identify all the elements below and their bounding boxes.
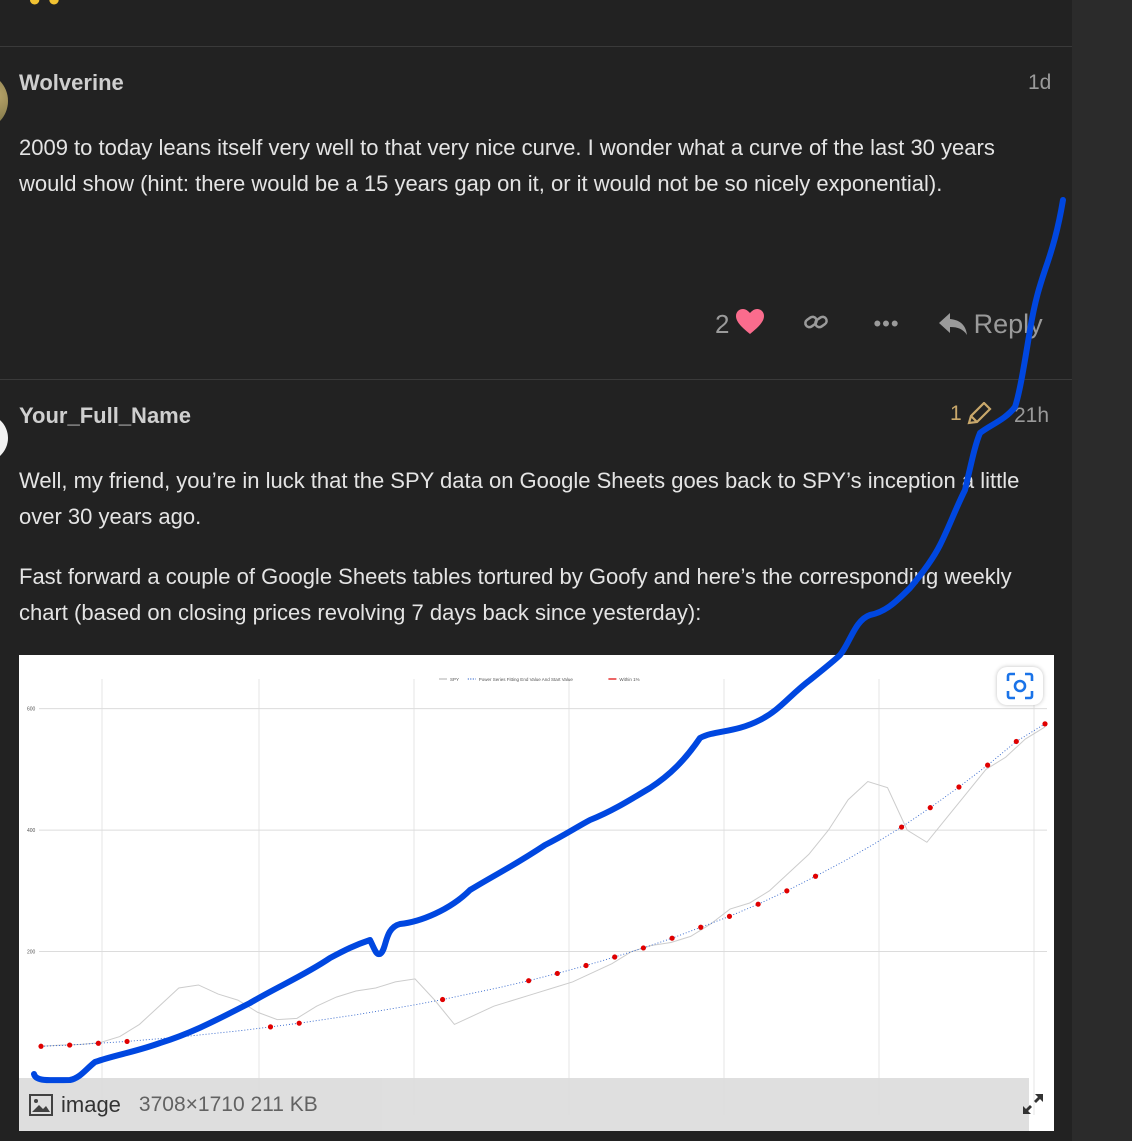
visual-search-icon — [1006, 672, 1034, 700]
reply-icon — [938, 313, 967, 335]
pencil-icon — [967, 402, 992, 425]
visual-search-button[interactable] — [997, 667, 1043, 705]
within-point — [755, 901, 761, 907]
within-point — [38, 1043, 44, 1049]
within-point — [67, 1042, 73, 1048]
post-username[interactable]: Wolverine — [19, 70, 124, 96]
within-point — [640, 945, 647, 951]
like-count: 2 — [715, 308, 730, 339]
within-point — [612, 954, 618, 960]
image-icon — [29, 1093, 53, 1116]
post-username[interactable]: Your_Full_Name — [19, 403, 191, 429]
within-point — [440, 996, 446, 1003]
within-point — [296, 1020, 302, 1026]
y-tick-label: 400 — [27, 828, 36, 834]
within-point — [554, 970, 560, 977]
link-icon[interactable] — [803, 311, 829, 338]
y-tick-label: 200 — [27, 950, 36, 956]
within-point — [1042, 721, 1048, 727]
within-point — [124, 1038, 130, 1045]
within-point — [95, 1040, 101, 1046]
y-tick-label: 600 — [27, 707, 36, 713]
chart-image[interactable]: 600 400 200 SPY Power Series Fitting End Val… — [19, 655, 1054, 1131]
previous-post-strip: ● ● — [0, 0, 1072, 46]
post-time[interactable]: 21h — [1014, 404, 1049, 428]
within-point — [698, 924, 704, 930]
within-point — [669, 935, 675, 941]
within-point — [784, 888, 790, 894]
post-divider — [0, 46, 1072, 47]
post-time[interactable]: 1d — [1028, 71, 1051, 95]
within-point — [726, 913, 733, 919]
post-paragraph: 2009 to today leans itself very well to … — [19, 135, 995, 196]
heart-icon[interactable] — [735, 308, 765, 340]
edit-history-button[interactable]: 1 — [950, 402, 992, 426]
post-paragraph: Fast forward a couple of Google Sheets t… — [19, 564, 1012, 625]
legend-label: Power Series Fitting End Value And Start… — [479, 677, 574, 682]
chart: 600 400 200 SPY Power Series Fitting End Val… — [27, 677, 1048, 1115]
post-actions: 2 ••• Reply — [700, 304, 1060, 344]
within-point — [583, 962, 589, 969]
image-label: image — [61, 1091, 121, 1117]
within-point — [956, 784, 962, 790]
avatar[interactable] — [0, 72, 8, 130]
within-point — [526, 978, 532, 984]
expand-button[interactable] — [1021, 1092, 1045, 1121]
spy-series-line — [40, 726, 1046, 1047]
more-icon[interactable]: ••• — [873, 311, 899, 337]
legend-label: SPY — [450, 677, 459, 682]
image-meta-bar: image 3708×1710 211 KB — [19, 1078, 1029, 1131]
reply-button[interactable]: Reply — [938, 309, 1043, 340]
edit-count: 1 — [950, 402, 962, 425]
within-point — [927, 805, 933, 811]
within-point — [985, 762, 991, 768]
post-paragraph: Well, my friend, you’re in luck that the… — [19, 468, 1020, 529]
within-point — [898, 824, 905, 830]
reply-label: Reply — [973, 308, 1043, 339]
reaction-emojis: ● ● — [28, 0, 61, 12]
within-point — [812, 873, 819, 879]
post-divider — [0, 379, 1072, 380]
legend-label: Within 1% — [619, 677, 639, 682]
within-point — [1013, 738, 1019, 745]
fit-series-line — [40, 723, 1046, 1047]
expand-icon — [1023, 1094, 1043, 1114]
within-point — [267, 1024, 274, 1030]
avatar[interactable] — [0, 414, 8, 462]
image-dimensions: 3708×1710 211 KB — [138, 1092, 318, 1116]
post-body: Well, my friend, you’re in luck that the… — [19, 463, 1049, 631]
right-gutter — [1072, 0, 1132, 1141]
post-body: 2009 to today leans itself very well to … — [19, 130, 1049, 202]
